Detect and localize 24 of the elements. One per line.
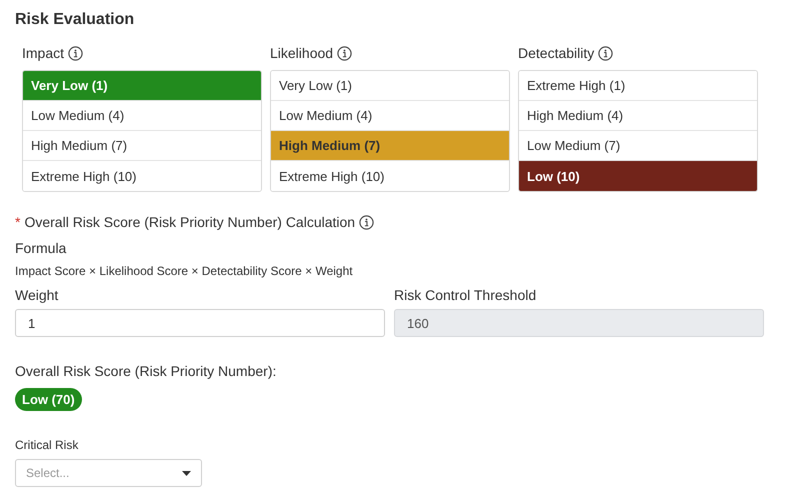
required-mark: *: [15, 214, 20, 230]
formula-text: Impact Score × Likelihood Score × Detectability Score × Weight: [15, 264, 354, 278]
section-title: Risk Evaluation: [15, 11, 136, 29]
info-icon[interactable]: [68, 46, 84, 60]
info-icon[interactable]: [337, 46, 352, 60]
option-button[interactable]: Low (10): [519, 161, 757, 191]
option-button[interactable]: Very Low (1): [23, 71, 261, 101]
risk-score-badge: Low (70): [15, 388, 82, 411]
text-field[interactable]: 1: [15, 309, 385, 337]
option-button[interactable]: Extreme High (1): [519, 71, 757, 101]
option-button[interactable]: Very Low (1): [271, 71, 509, 101]
field-label: Risk Control Threshold: [394, 287, 538, 303]
group-label: Detectability: [518, 45, 594, 61]
info-icon[interactable]: [359, 214, 374, 230]
option-button[interactable]: High Medium (7): [271, 131, 509, 161]
field-label: Weight: [15, 287, 60, 303]
formula-label: Formula: [15, 240, 68, 256]
info-icon[interactable]: [598, 46, 614, 60]
group-label: Likelihood: [270, 45, 334, 61]
group-label: Impact: [22, 45, 64, 61]
calculation-heading: Overall Risk Score (Risk Priority Number) Calculation: [24, 214, 356, 230]
field-label: Critical Risk: [15, 438, 80, 452]
caret-icon: [182, 470, 191, 476]
overall-score-label: Overall Risk Score (Risk Priority Number):: [15, 363, 278, 379]
